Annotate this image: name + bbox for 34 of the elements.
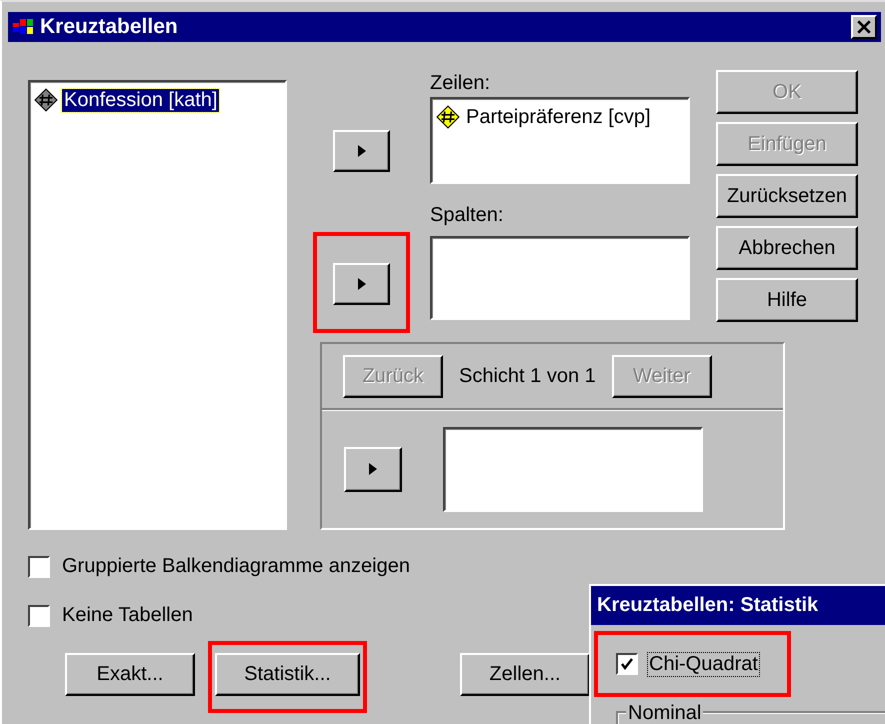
move-button[interactable] xyxy=(333,130,390,172)
layer-status: Schicht 1 von 1 xyxy=(459,364,596,388)
field-label: Spalten: xyxy=(430,204,504,226)
triangle-icon xyxy=(358,278,366,290)
dialog-button[interactable]: Zurücksetzen xyxy=(716,174,858,218)
move-button[interactable] xyxy=(344,446,402,492)
variable-icon xyxy=(436,105,460,129)
checkbox-label: Chi-Quadrat xyxy=(648,652,759,676)
dialog-button[interactable]: Hilfe xyxy=(716,278,858,322)
checkbox-label: Keine Tabellen xyxy=(62,604,193,627)
dialog-button[interactable]: Statistik... xyxy=(215,653,360,696)
move-button[interactable] xyxy=(333,263,390,305)
variable-list[interactable]: Konfession [kath] xyxy=(28,80,287,530)
checkbox[interactable] xyxy=(28,604,50,626)
checkbox[interactable] xyxy=(616,653,638,675)
window-title: Kreuztabellen xyxy=(40,15,179,39)
dialog-button[interactable]: Zellen... xyxy=(460,653,590,696)
dialog-button[interactable]: Abbrechen xyxy=(716,226,858,270)
app-icon xyxy=(12,17,36,37)
variable-icon xyxy=(34,88,58,112)
checkbox[interactable] xyxy=(28,556,50,578)
check-icon xyxy=(620,657,634,671)
dialog-button[interactable]: Exakt... xyxy=(65,653,195,696)
layer-list[interactable] xyxy=(443,426,703,512)
rows-list[interactable]: Parteipräferenz [cvp] xyxy=(430,97,690,184)
triangle-icon xyxy=(369,463,377,475)
close-icon xyxy=(856,20,872,34)
checkbox-label: Gruppierte Balkendiagramme anzeigen xyxy=(62,555,410,578)
window-title: Kreuztabellen: Statistik xyxy=(597,594,818,617)
list-item[interactable]: Parteipräferenz [cvp] xyxy=(436,105,684,129)
field-label: Zeilen: xyxy=(430,72,492,94)
triangle-icon xyxy=(358,145,366,157)
columns-list[interactable] xyxy=(430,236,690,320)
close-button[interactable] xyxy=(851,15,877,39)
